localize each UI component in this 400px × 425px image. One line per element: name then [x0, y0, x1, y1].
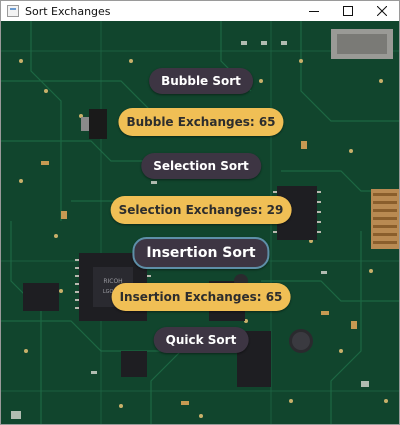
quick-sort-button[interactable]: Quick Sort	[153, 327, 249, 353]
selection-sort-button[interactable]: Selection Sort	[141, 153, 261, 179]
app-window: Sort Exchanges RICOH Bubble Sort Bubble …	[0, 0, 400, 425]
title-bar[interactable]: Sort Exchanges	[1, 1, 399, 21]
minimize-icon	[309, 11, 319, 12]
close-button[interactable]	[365, 1, 399, 21]
maximize-icon	[343, 6, 353, 16]
window-title: Sort Exchanges	[25, 4, 111, 18]
content-area: RICOH LGO4FU	[1, 21, 399, 424]
minimize-button[interactable]	[297, 1, 331, 21]
bubble-exchanges-label: Bubble Exchanges: 65	[118, 108, 284, 136]
app-icon	[7, 5, 19, 17]
selection-exchanges-label: Selection Exchanges: 29	[110, 196, 292, 224]
bubble-sort-button[interactable]: Bubble Sort	[149, 68, 253, 94]
insertion-sort-button[interactable]: Insertion Sort	[132, 237, 270, 269]
close-icon	[377, 6, 387, 16]
insertion-exchanges-label: Insertion Exchanges: 65	[111, 283, 291, 311]
maximize-button[interactable]	[331, 1, 365, 21]
